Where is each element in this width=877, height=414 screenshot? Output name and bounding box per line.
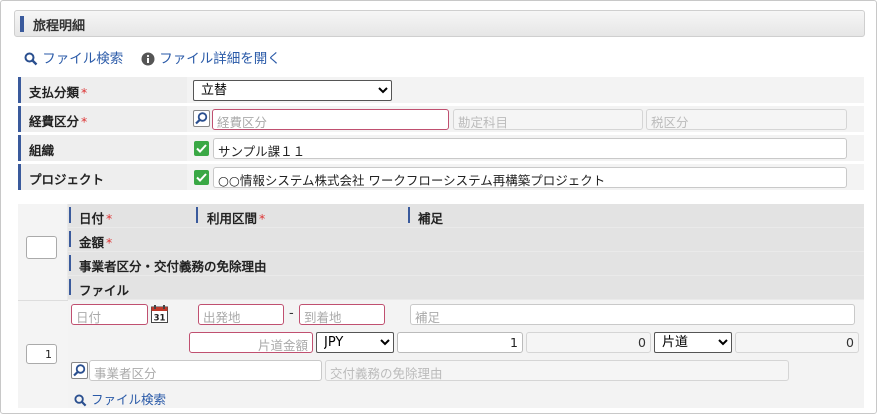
currency-select[interactable]: JPY xyxy=(316,332,394,353)
info-icon xyxy=(141,52,155,66)
header-accent-bar xyxy=(20,16,24,32)
expense-search-button[interactable] xyxy=(193,110,210,127)
select-all-box[interactable] xyxy=(26,236,57,259)
business-category-input[interactable]: 事業者区分 xyxy=(89,360,322,381)
file-header: ファイル xyxy=(79,283,130,298)
one-way-amount-input[interactable]: 片道金額 xyxy=(189,332,313,353)
file-search-label: ファイル検索 xyxy=(42,51,124,67)
check-icon xyxy=(194,141,209,156)
note-header: 補足 xyxy=(418,211,444,226)
file-search-link[interactable]: ファイル検索 xyxy=(24,47,123,67)
arrival-input[interactable]: 到着地 xyxy=(299,304,385,325)
required-mark: * xyxy=(81,114,88,129)
travel-detail-panel: 旅程明細 ファイル検索 ファイル詳細を開く 支払分類 * 立替 経費区分 * 経… xyxy=(0,0,877,414)
route-separator: - xyxy=(289,306,294,321)
file-detail-label: ファイル詳細を開く xyxy=(159,51,281,67)
note-input[interactable]: 補足 xyxy=(410,304,855,325)
departure-input[interactable]: 出発地 xyxy=(198,304,284,325)
required-mark: * xyxy=(81,85,88,100)
expense-category-label: 経費区分 * xyxy=(18,106,185,132)
exemption-reason-input[interactable]: 交付義務の免除理由 xyxy=(325,360,789,381)
section-title: 旅程明細 xyxy=(33,19,86,34)
project-value: ○○情報システム株式会社 ワークフローシステム再構築プロジェクト xyxy=(213,167,847,188)
row-file-search-link[interactable]: ファイル検索 xyxy=(74,389,166,408)
search-icon xyxy=(73,364,86,377)
row-number[interactable]: 1 xyxy=(26,344,57,364)
payment-type-row: 支払分類 * 立替 xyxy=(18,77,864,103)
business-search-button[interactable] xyxy=(71,362,88,379)
search-icon xyxy=(195,112,208,125)
check-icon xyxy=(194,170,209,185)
route-header: 利用区間 * xyxy=(207,211,266,226)
exchange-rate-input[interactable]: 1 xyxy=(397,332,523,353)
project-label: プロジェクト xyxy=(18,164,185,190)
file-detail-link[interactable]: ファイル詳細を開く xyxy=(141,47,281,67)
payment-type-select[interactable]: 立替 xyxy=(193,80,392,101)
search-icon xyxy=(24,52,38,66)
expense-category-row: 経費区分 * 経費区分 勘定科目 税区分 xyxy=(18,106,864,132)
organization-row: 組織 サンプル課１１ xyxy=(18,135,864,161)
date-header: 日付 * xyxy=(79,211,113,226)
account-input[interactable]: 勘定科目 xyxy=(453,109,643,130)
payment-type-label: 支払分類 * xyxy=(18,77,185,103)
organization-label: 組織 xyxy=(18,135,185,161)
row-file-search-label: ファイル検索 xyxy=(90,392,166,407)
organization-value: サンプル課１１ xyxy=(213,138,847,159)
search-icon xyxy=(74,394,87,407)
amount-value: 0 xyxy=(526,332,651,353)
business-category-header: 事業者区分・交付義務の免除理由 xyxy=(79,259,267,274)
total-amount-value: 0 xyxy=(735,332,859,353)
svg-text:31: 31 xyxy=(154,314,166,324)
amount-header: 金額 * xyxy=(79,235,113,250)
date-input[interactable]: 日付 xyxy=(71,304,148,325)
trip-type-select[interactable]: 片道 xyxy=(654,332,732,353)
section-header: 旅程明細 xyxy=(14,10,865,37)
calendar-icon[interactable]: 31 xyxy=(151,305,168,324)
expense-category-input[interactable]: 経費区分 xyxy=(212,109,449,130)
tax-category-input[interactable]: 税区分 xyxy=(646,109,847,130)
project-row: プロジェクト ○○情報システム株式会社 ワークフローシステム再構築プロジェクト xyxy=(18,164,864,190)
